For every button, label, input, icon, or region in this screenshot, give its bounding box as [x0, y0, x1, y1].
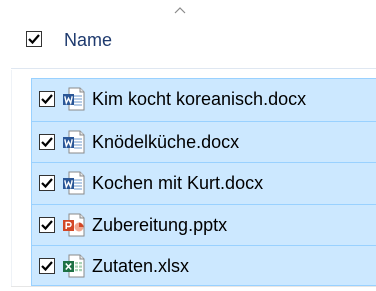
column-header[interactable]: Name — [0, 0, 376, 70]
word-document-icon — [62, 130, 86, 154]
word-document-icon — [62, 87, 86, 111]
name-column-label[interactable]: Name — [64, 30, 112, 50]
header-divider — [11, 68, 376, 69]
powerpoint-document-icon — [62, 213, 86, 237]
word-document-icon — [62, 171, 86, 195]
file-name[interactable]: Knödelküche.docx — [92, 132, 239, 152]
file-checkbox[interactable] — [39, 133, 55, 150]
column-guide — [11, 70, 12, 286]
select-all-checkbox[interactable] — [26, 31, 42, 47]
file-row[interactable]: Zubereitung.pptx — [32, 203, 376, 246]
file-row[interactable]: Kim kocht koreanisch.docx — [32, 79, 376, 121]
file-name[interactable]: Kochen mit Kurt.docx — [92, 173, 263, 193]
excel-document-icon — [62, 254, 86, 278]
file-checkbox[interactable] — [39, 216, 55, 233]
file-checkbox[interactable] — [39, 175, 55, 191]
sort-ascending-icon[interactable] — [174, 6, 186, 14]
file-name[interactable]: Zubereitung.pptx — [92, 215, 227, 235]
file-name[interactable]: Kim kocht koreanisch.docx — [92, 89, 306, 109]
list-bottom-border — [11, 286, 376, 287]
file-checkbox[interactable] — [39, 258, 55, 274]
file-row[interactable]: Zutaten.xlsx — [32, 245, 376, 287]
file-row[interactable]: Knödelküche.docx — [32, 120, 376, 163]
file-row[interactable]: Kochen mit Kurt.docx — [32, 162, 376, 204]
file-checkbox[interactable] — [39, 91, 55, 107]
file-list: Kim kocht koreanisch.docx Knödelküche.do… — [31, 78, 376, 286]
file-name[interactable]: Zutaten.xlsx — [92, 256, 189, 276]
file-explorer-panel: Name Kim kocht koreanisch.docx Knödelküc… — [0, 0, 376, 291]
